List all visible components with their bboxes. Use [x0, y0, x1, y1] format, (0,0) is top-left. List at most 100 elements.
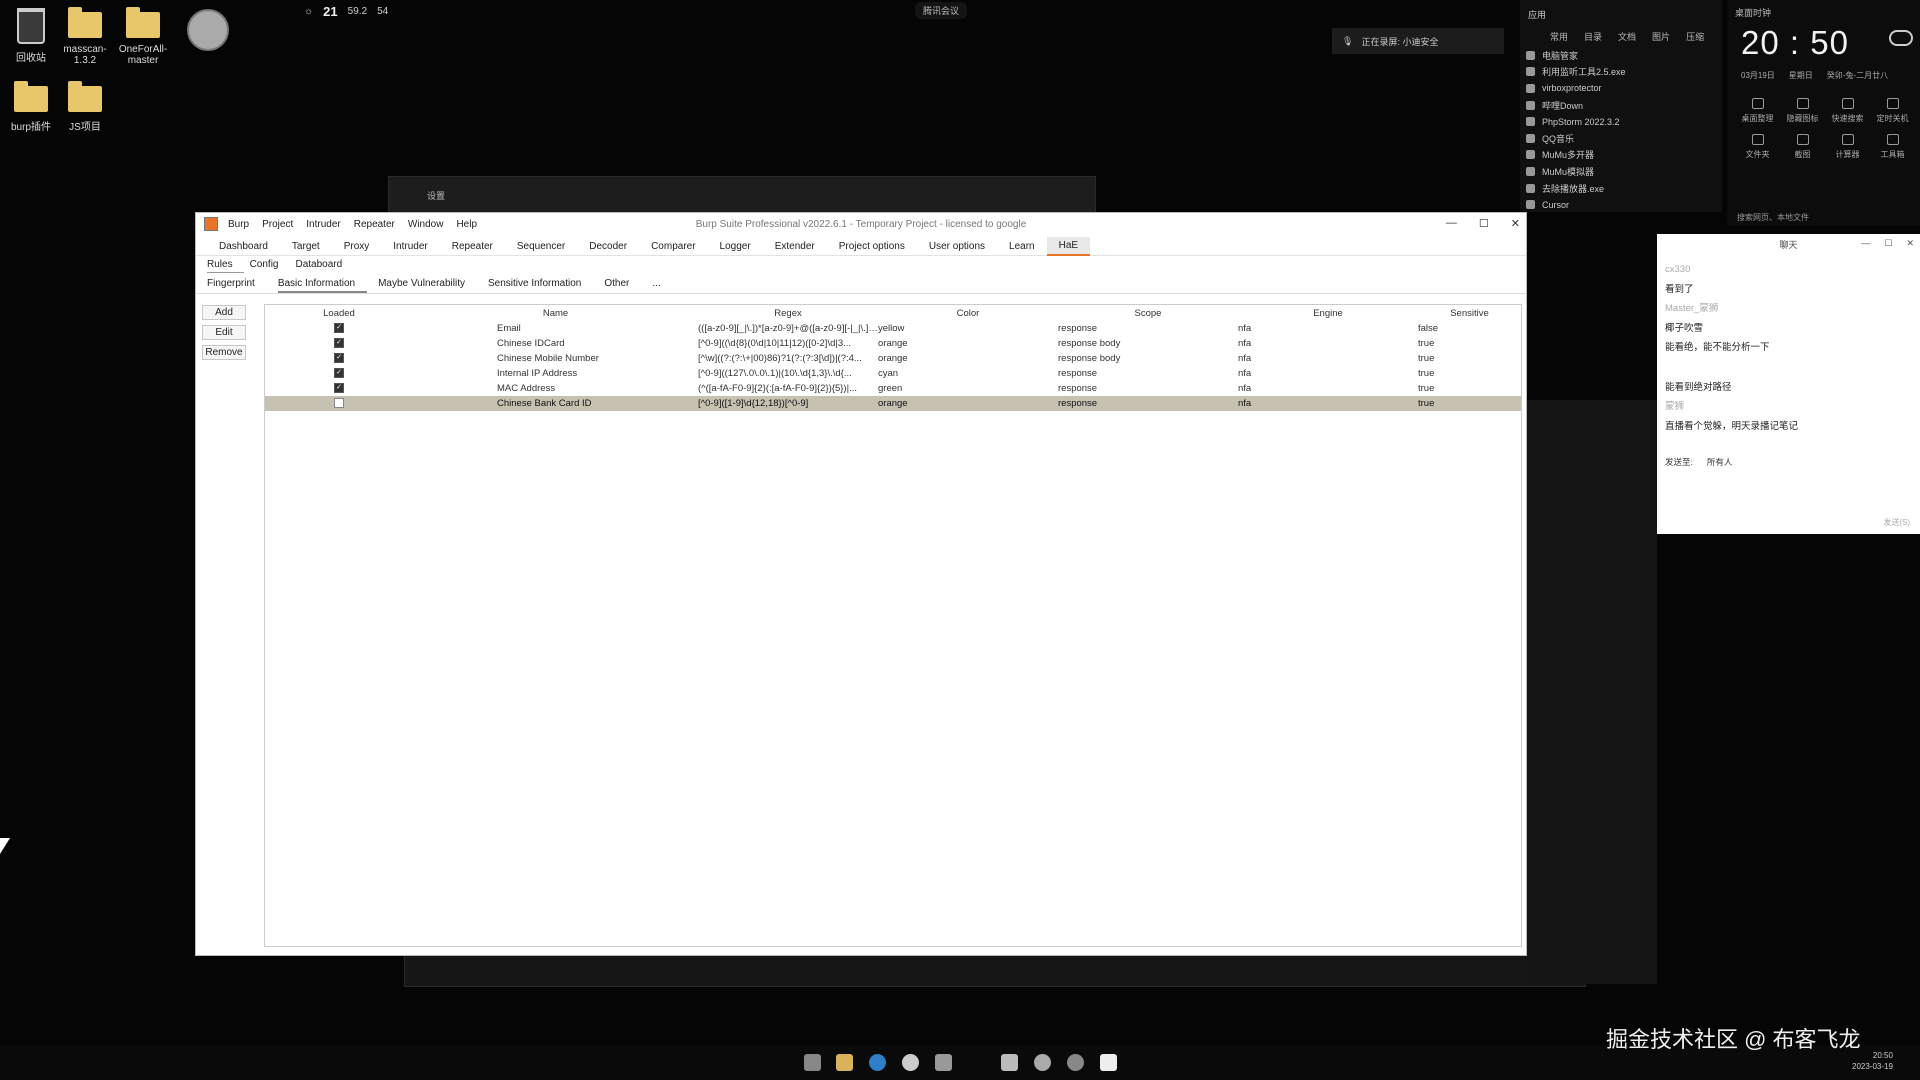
app-list-item[interactable]: Cursor [1520, 196, 1722, 213]
quick-action[interactable]: 快速搜索 [1825, 98, 1870, 124]
tab-project-options[interactable]: Project options [827, 238, 917, 255]
desktop-icon-oneforall[interactable]: OneForAll-master [114, 7, 172, 66]
chrome-icon[interactable] [902, 1054, 919, 1071]
desktop-icon-js-project[interactable]: JS项目 [54, 81, 116, 133]
quick-action[interactable]: 截图 [1780, 134, 1825, 160]
tab-proxy[interactable]: Proxy [332, 238, 382, 255]
table-row[interactable]: ✓ Email (([a-z0-9][_|\.])*[a-z0-9]+@([a-z0… [265, 321, 1521, 336]
loaded-checkbox[interactable]: ✓ [334, 353, 344, 364]
settings-icon[interactable] [1067, 1054, 1084, 1071]
start-icon[interactable] [804, 1054, 821, 1071]
rule-tab-sensitive-information[interactable]: Sensitive Information [488, 275, 593, 293]
app-list-item[interactable]: 电脑管家 [1520, 47, 1722, 64]
send-button[interactable]: 发送(S) [1883, 517, 1910, 528]
quick-action[interactable]: 计算器 [1825, 134, 1870, 160]
subtab-config[interactable]: Config [250, 257, 290, 273]
app-list-item[interactable]: 利用监听工具2.5.exe [1520, 64, 1722, 81]
tab-decoder[interactable]: Decoder [577, 238, 639, 255]
table-row[interactable]: ✓ MAC Address (^([a-fA-F0-9]{2}(:[a-fA-F0-… [265, 381, 1521, 396]
send-to-select[interactable]: 所有人 [1707, 456, 1733, 468]
subtab-rules[interactable]: Rules [207, 257, 244, 273]
rule-tab-basic-information[interactable]: Basic Information [277, 275, 368, 293]
table-row[interactable]: ✓ Internal IP Address [^0-9]((127\.0\.0\.1… [265, 366, 1521, 381]
meeting-indicator[interactable]: 腾讯会议 [915, 2, 968, 19]
desktop-icon-masscan[interactable]: masscan-1.3.2 [54, 7, 116, 66]
menu-window[interactable]: Window [408, 219, 444, 230]
app-list-item[interactable]: MuMu多开器 [1520, 147, 1722, 164]
rule-tab-item[interactable]: ... [652, 275, 672, 293]
weather-widget[interactable]: ☼ 21 59.2 54 [304, 4, 388, 19]
maximize-icon[interactable]: ☐ [1479, 217, 1489, 230]
quick-action[interactable]: 工具箱 [1870, 134, 1915, 160]
menu-repeater[interactable]: Repeater [354, 219, 395, 230]
rule-tab-fingerprint[interactable]: Fingerprint [207, 275, 267, 293]
menu-project[interactable]: Project [262, 219, 293, 230]
table-row[interactable]: ✓ Chinese Bank Card ID[^0-9]([1-9]\d{12,1… [265, 396, 1521, 411]
apps-tab[interactable]: 图片 [1652, 30, 1670, 43]
recording-indicator[interactable]: 🎙 正在录屏: 小迪安全 [1332, 28, 1504, 54]
table-row[interactable]: ✓ Chinese Mobile Number [^\w]((?:(?:\+|00)… [265, 351, 1521, 366]
avatar[interactable] [187, 9, 229, 51]
table-row[interactable]: ✓ Chinese IDCard [^0-9]((\d{8}(0\d|10|11|1… [265, 336, 1521, 351]
minimize-icon[interactable]: — [1861, 238, 1870, 249]
rule-tab-other[interactable]: Other [604, 275, 641, 293]
column-header-engine[interactable]: Engine [1238, 305, 1418, 321]
subtab-databoard[interactable]: Databoard [295, 257, 353, 273]
browser-icon[interactable] [1034, 1054, 1051, 1071]
apps-tab[interactable]: 常用 [1550, 30, 1568, 43]
menu-help[interactable]: Help [456, 219, 477, 230]
close-icon[interactable]: ✕ [1511, 217, 1520, 230]
maximize-icon[interactable]: ☐ [1884, 238, 1892, 249]
minimize-icon[interactable]: — [1446, 217, 1457, 230]
tab-learn[interactable]: Learn [997, 238, 1047, 255]
apps-tab[interactable]: 压缩 [1686, 30, 1704, 43]
edit-button[interactable]: Edit [202, 325, 246, 340]
app-list-item[interactable]: 哔哩Down [1520, 97, 1722, 114]
edge-icon[interactable] [869, 1054, 886, 1071]
menu-burp[interactable]: Burp [228, 219, 249, 230]
tab-comparer[interactable]: Comparer [639, 238, 707, 255]
tab-intruder[interactable]: Intruder [381, 238, 439, 255]
tab-target[interactable]: Target [280, 238, 332, 255]
loaded-checkbox[interactable]: ✓ [334, 368, 344, 379]
rule-tab-maybe-vulnerability[interactable]: Maybe Vulnerability [378, 275, 477, 293]
clock-search[interactable]: 搜索网页、本地文件 [1737, 212, 1809, 223]
column-header-loaded[interactable]: Loaded [265, 305, 413, 321]
add-button[interactable]: Add [202, 305, 246, 320]
notes-icon[interactable] [1100, 1054, 1117, 1071]
column-header-regex[interactable]: Regex [698, 305, 878, 321]
column-header-sensitive[interactable]: Sensitive [1418, 305, 1521, 321]
image-viewer-icon[interactable] [1001, 1054, 1018, 1071]
apps-tab[interactable]: 目录 [1584, 30, 1602, 43]
tab-hae[interactable]: HaE [1046, 237, 1091, 256]
remove-button[interactable]: Remove [202, 345, 246, 360]
column-header-color[interactable]: Color [878, 305, 1058, 321]
loaded-checkbox[interactable]: ✓ [334, 338, 344, 349]
quick-action[interactable]: 定时关机 [1870, 98, 1915, 124]
apps-tab[interactable]: 文档 [1618, 30, 1636, 43]
quick-action[interactable]: 隐藏图标 [1780, 98, 1825, 124]
app-list-item[interactable]: MuMu模拟器 [1520, 163, 1722, 180]
tab-extender[interactable]: Extender [763, 238, 827, 255]
app-list-item[interactable]: QQ音乐 [1520, 130, 1722, 147]
loaded-checkbox[interactable]: ✓ [334, 398, 344, 409]
loaded-checkbox[interactable]: ✓ [334, 383, 344, 394]
tray-clock[interactable]: 20:50 2023-03-19 [1852, 1050, 1893, 1072]
app-icon[interactable] [935, 1054, 952, 1071]
menu-intruder[interactable]: Intruder [306, 219, 340, 230]
column-header-scope[interactable]: Scope [1058, 305, 1238, 321]
tab-sequencer[interactable]: Sequencer [505, 238, 577, 255]
desktop-icon-burp-plugins[interactable]: burp插件 [0, 81, 62, 133]
close-icon[interactable]: ✕ [1906, 238, 1914, 249]
app-list-item[interactable]: 去除播放器.exe [1520, 180, 1722, 197]
tab-dashboard[interactable]: Dashboard [207, 238, 280, 255]
tab-logger[interactable]: Logger [708, 238, 763, 255]
tab-repeater[interactable]: Repeater [440, 238, 505, 255]
loaded-checkbox[interactable]: ✓ [334, 323, 344, 334]
quick-action[interactable]: 桌面整理 [1735, 98, 1780, 124]
tab-user-options[interactable]: User options [917, 238, 997, 255]
app-list-item[interactable]: virboxprotector [1520, 80, 1722, 97]
app-list-item[interactable]: PhpStorm 2022.3.2 [1520, 113, 1722, 130]
file-explorer-icon[interactable] [836, 1054, 853, 1071]
column-header-name[interactable]: Name [413, 305, 698, 321]
